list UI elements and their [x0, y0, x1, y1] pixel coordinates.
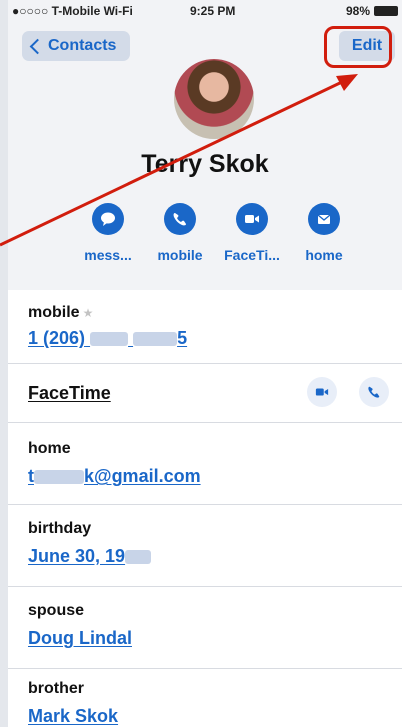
message-icon	[92, 203, 124, 235]
brother-label: brother	[28, 680, 84, 697]
action-row: mess... mobile FaceTi... home	[8, 203, 402, 273]
mobile-label-text: mobile	[28, 304, 80, 321]
facetime-row: FaceTime	[8, 363, 402, 423]
message-action-button[interactable]: mess...	[72, 203, 144, 263]
left-edge-strip	[0, 0, 8, 727]
email-suffix: k@gmail.com	[84, 466, 201, 486]
mail-action-button[interactable]: home	[288, 203, 360, 263]
video-icon	[236, 203, 268, 235]
redaction-blur	[34, 470, 84, 485]
facetime-label[interactable]: FaceTime	[28, 383, 111, 404]
email-label: home	[28, 440, 71, 457]
facetime-action-label: FaceTi...	[224, 247, 280, 263]
birthday-row[interactable]: birthday June 30, 19	[8, 504, 402, 587]
mobile-suffix: 5	[177, 328, 188, 348]
status-right: 98%	[346, 4, 398, 18]
battery-percent: 98%	[345, 4, 370, 18]
phone-screen: ●○○○○ T-Mobile Wi-Fi 9:25 PM 98% Contact…	[8, 0, 402, 727]
contact-name: Terry Skok	[141, 150, 269, 178]
brother-row[interactable]: brother Mark Skok	[8, 668, 402, 727]
spouse-link[interactable]: Doug Lindal	[28, 628, 132, 649]
birthday-label: birthday	[28, 520, 92, 537]
brother-link[interactable]: Mark Skok	[28, 706, 118, 727]
edit-highlight-box	[324, 26, 392, 68]
mobile-label: mobile ★	[28, 304, 93, 322]
facetime-action-button[interactable]: FaceTi...	[216, 203, 288, 263]
email-link[interactable]: t k@gmail.com	[28, 466, 201, 487]
mail-icon	[308, 203, 340, 235]
mail-action-label: home	[305, 247, 343, 263]
avatar	[174, 59, 254, 139]
mobile-row[interactable]: mobile ★ 1 (206) 5	[8, 290, 402, 364]
favorite-star-icon: ★	[82, 306, 94, 320]
redaction-blur	[125, 550, 152, 565]
message-action-label: mess...	[84, 247, 132, 263]
email-row[interactable]: home t k@gmail.com	[8, 422, 402, 505]
battery-icon	[374, 6, 398, 16]
birthday-value: June 30, 19	[28, 546, 126, 566]
redaction-blur	[90, 332, 129, 347]
redaction-blur	[133, 332, 178, 347]
status-time: 9:25 PM	[190, 4, 236, 18]
carrier-text: ●○○○○ T-Mobile Wi-Fi	[12, 4, 133, 18]
video-icon	[315, 388, 329, 396]
facetime-video-button[interactable]	[307, 377, 337, 407]
mobile-prefix: 1 (206)	[28, 328, 86, 348]
mobile-action-label: mobile	[157, 247, 203, 263]
contacts-back-button[interactable]: Contacts	[22, 31, 131, 61]
spouse-label: spouse	[28, 602, 85, 619]
phone-icon	[368, 386, 380, 398]
birthday-link[interactable]: June 30, 19	[28, 546, 152, 567]
mobile-call-button[interactable]: mobile	[144, 203, 216, 263]
phone-icon	[164, 203, 196, 235]
mobile-number-link[interactable]: 1 (206) 5	[28, 328, 187, 349]
status-bar: ●○○○○ T-Mobile Wi-Fi 9:25 PM 98%	[8, 0, 402, 22]
facetime-audio-button[interactable]	[359, 377, 389, 407]
spouse-row[interactable]: spouse Doug Lindal	[8, 586, 402, 669]
